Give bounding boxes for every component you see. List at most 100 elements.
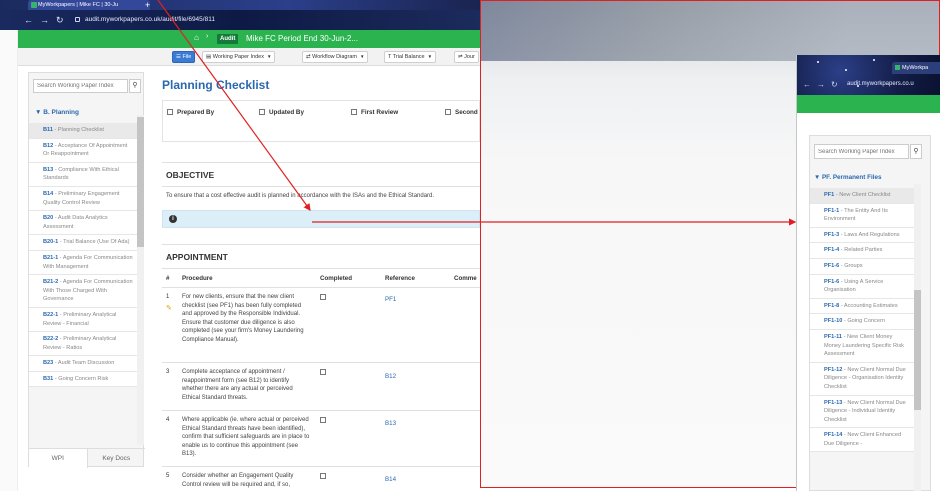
divider [162, 162, 480, 163]
forward-arrow-icon[interactable]: → [817, 80, 825, 89]
completed-checkbox[interactable] [320, 369, 326, 375]
new-tab-button[interactable]: + [145, 0, 150, 10]
scrollbar-thumb[interactable] [137, 117, 144, 247]
row-number: 5 [166, 473, 170, 479]
sidebar-item-code: PF1-4 [824, 247, 840, 254]
reference-link[interactable]: B12 [385, 373, 396, 380]
home-icon[interactable]: ⌂ [194, 33, 199, 42]
reload-icon[interactable]: ↻ [56, 14, 64, 26]
sidebar-item[interactable]: PF1-6 - Groups [810, 258, 914, 275]
search-icon[interactable]: ⚲ [910, 144, 922, 159]
sidebar-item[interactable]: PF1-14 - New Client Enhanced Due Diligen… [810, 428, 914, 453]
sidebar-item[interactable]: PF1-8 - Accounting Estimates [810, 298, 914, 315]
tab-key-docs[interactable]: Key Docs [88, 449, 146, 468]
completed-checkbox[interactable] [320, 417, 326, 423]
reference-link[interactable]: PF1 [385, 296, 396, 303]
trial-balance-button[interactable]: T Trial Balance ▼ [384, 51, 437, 63]
sidebar-item-label: - Accounting Estimates [839, 302, 898, 309]
sidebar-item-code: B22-2 [43, 336, 59, 343]
sidebar-item-label: - Audit Team Discussion [53, 360, 115, 367]
sidebar-item-code: PF1-1 [824, 207, 840, 214]
divider [162, 186, 480, 187]
scrollbar-thumb[interactable] [914, 290, 921, 410]
back-arrow-icon[interactable]: ← [24, 14, 33, 26]
forward-arrow-icon[interactable]: → [40, 14, 49, 26]
url-field[interactable]: audit.myworkpapers.co.u [847, 81, 914, 87]
sidebar-item[interactable]: B31 - Going Concern Risk [29, 371, 137, 388]
signoff-second-review[interactable]: Second [445, 109, 478, 116]
sidebar-item-code: B20-1 [43, 239, 59, 246]
sidebar-item[interactable]: PF1-10 - Going Concern [810, 314, 914, 330]
sidebar-item-label: - Planning Checklist [52, 127, 104, 133]
divider [162, 244, 480, 245]
sidebar-item[interactable]: B21-2 - Agenda For Communication With Th… [29, 275, 137, 308]
sidebar-item[interactable]: PF1-4 - Related Parties [810, 243, 914, 259]
address-bar: ← → ↻ audit.myworkpapers.co.uk/audit/fil… [0, 10, 480, 30]
browser-tab[interactable]: MyWorkpa [892, 62, 940, 74]
reference-link[interactable]: B13 [385, 420, 396, 427]
sidebar-item[interactable]: PF1-3 - Laws And Regulations [810, 227, 914, 244]
info-icon[interactable]: i [169, 215, 177, 223]
sidebar-tabs: WPI Key Docs [29, 448, 145, 468]
sidebar-section-permanent-files[interactable]: ▼ PF. Permanent Files [810, 174, 881, 181]
sidebar-list: B11 - Planning Checklist B12 - Acceptance… [29, 123, 137, 445]
tab-wpi[interactable]: WPI [29, 449, 88, 468]
sidebar-section-planning[interactable]: ▼ B. Planning [29, 107, 145, 119]
sidebar-item[interactable]: PF1-12 - New Client Normal Due Diligence… [810, 362, 914, 396]
working-paper-sidebar: ⚲ ▼ PF. Permanent Files PF1 - New Client… [809, 135, 931, 491]
search-icon[interactable]: ⚲ [129, 79, 141, 93]
search-input[interactable] [814, 144, 909, 159]
reference-link[interactable]: B14 [385, 476, 396, 483]
objective-text: To ensure that a cost effective audit is… [166, 193, 435, 199]
url-field[interactable]: audit.myworkpapers.co.uk/audit/file/6945… [75, 14, 215, 26]
sidebar-item-label: - Audit Data Analytics Assessment [43, 215, 108, 230]
sidebar-item[interactable]: B14 - Preliminary Engagement Quality Con… [29, 186, 137, 212]
sidebar-item[interactable]: B22-2 - Preliminary Analytical Review - … [29, 332, 137, 357]
search-input[interactable] [33, 79, 128, 93]
second-browser-chrome: MyWorkpa ← → ↻ audit.myworkpapers.co.u [797, 55, 940, 95]
sidebar-item[interactable]: B21-1 - Agenda For Communication With Ma… [29, 250, 137, 276]
sidebar-item[interactable]: PF1-1 - The Entity And Its Environment [810, 203, 914, 228]
sidebar-list: PF1 - New Client Checklist PF1-1 - The En… [810, 188, 914, 491]
sidebar-item[interactable]: B11 - Planning Checklist [29, 123, 137, 139]
wp-index-button[interactable]: ▤ Working Paper Index ▼ [202, 51, 276, 63]
signoff-updated-by[interactable]: Updated By [259, 109, 304, 116]
pencil-icon[interactable]: ✎ [166, 304, 172, 312]
column-header-procedure: Procedure [182, 275, 213, 282]
column-header-completed: Completed [320, 275, 352, 282]
browser-tab-title: MyWorkpapers | Mike FC | 30-Ju [38, 2, 119, 8]
procedure-text: Complete acceptance of appointment / rea… [182, 369, 293, 401]
sidebar-item[interactable]: B23 - Audit Team Discussion [29, 356, 137, 372]
sidebar-item[interactable]: PF1-13 - New Client Normal Due Diligence… [810, 395, 914, 429]
divider [162, 362, 480, 363]
checkbox [445, 109, 451, 115]
lock-icon [75, 16, 80, 22]
file-button[interactable]: ☰ File [172, 51, 196, 63]
signoff-prepared-by[interactable]: Prepared By [167, 109, 214, 116]
audit-badge[interactable]: Audit [217, 34, 239, 44]
sidebar-item[interactable]: PF1 - New Client Checklist [810, 188, 914, 204]
sidebar-item[interactable]: B20 - Audit Data Analytics Assessment [29, 211, 137, 236]
sidebar-item[interactable]: PF1-6 - Using A Service Organisation [810, 274, 914, 299]
sidebar-item-code: PF1-6 [824, 262, 840, 269]
sidebar-item[interactable]: B20-1 - Trial Balance (Use Of Ada) [29, 235, 137, 251]
workflow-diagram-button[interactable]: ⇄ Workflow Diagram ▼ [302, 51, 369, 63]
sidebar-item[interactable]: PF1-11 - New Client Money Money Launderi… [810, 329, 914, 363]
column-header-number: # [166, 275, 170, 282]
divider [162, 466, 480, 467]
sidebar-item[interactable]: B12 - Acceptance Of Appointment Or Reapp… [29, 138, 137, 163]
sidebar-item-code: PF1-3 [824, 231, 840, 238]
appointment-heading: APPOINTMENT [166, 252, 228, 262]
completed-checkbox[interactable] [320, 473, 326, 479]
divider [162, 268, 480, 269]
reload-icon[interactable]: ↻ [831, 80, 838, 89]
back-arrow-icon[interactable]: ← [803, 80, 811, 89]
completed-checkbox[interactable] [320, 294, 326, 300]
signoff-first-review[interactable]: First Review [351, 109, 398, 116]
journals-button[interactable]: ⇌ Jour [454, 51, 479, 63]
sidebar-item-label: - New Client Checklist [834, 192, 891, 198]
browser-tab[interactable]: MyWorkpapers | Mike FC | 30-Ju [28, 0, 150, 10]
sidebar-item[interactable]: B13 - Compliance With Ethical Standards [29, 162, 137, 187]
sidebar-item[interactable]: B22-1 - Preliminary Analytical Review - … [29, 307, 137, 333]
page-title: Planning Checklist [162, 78, 270, 92]
